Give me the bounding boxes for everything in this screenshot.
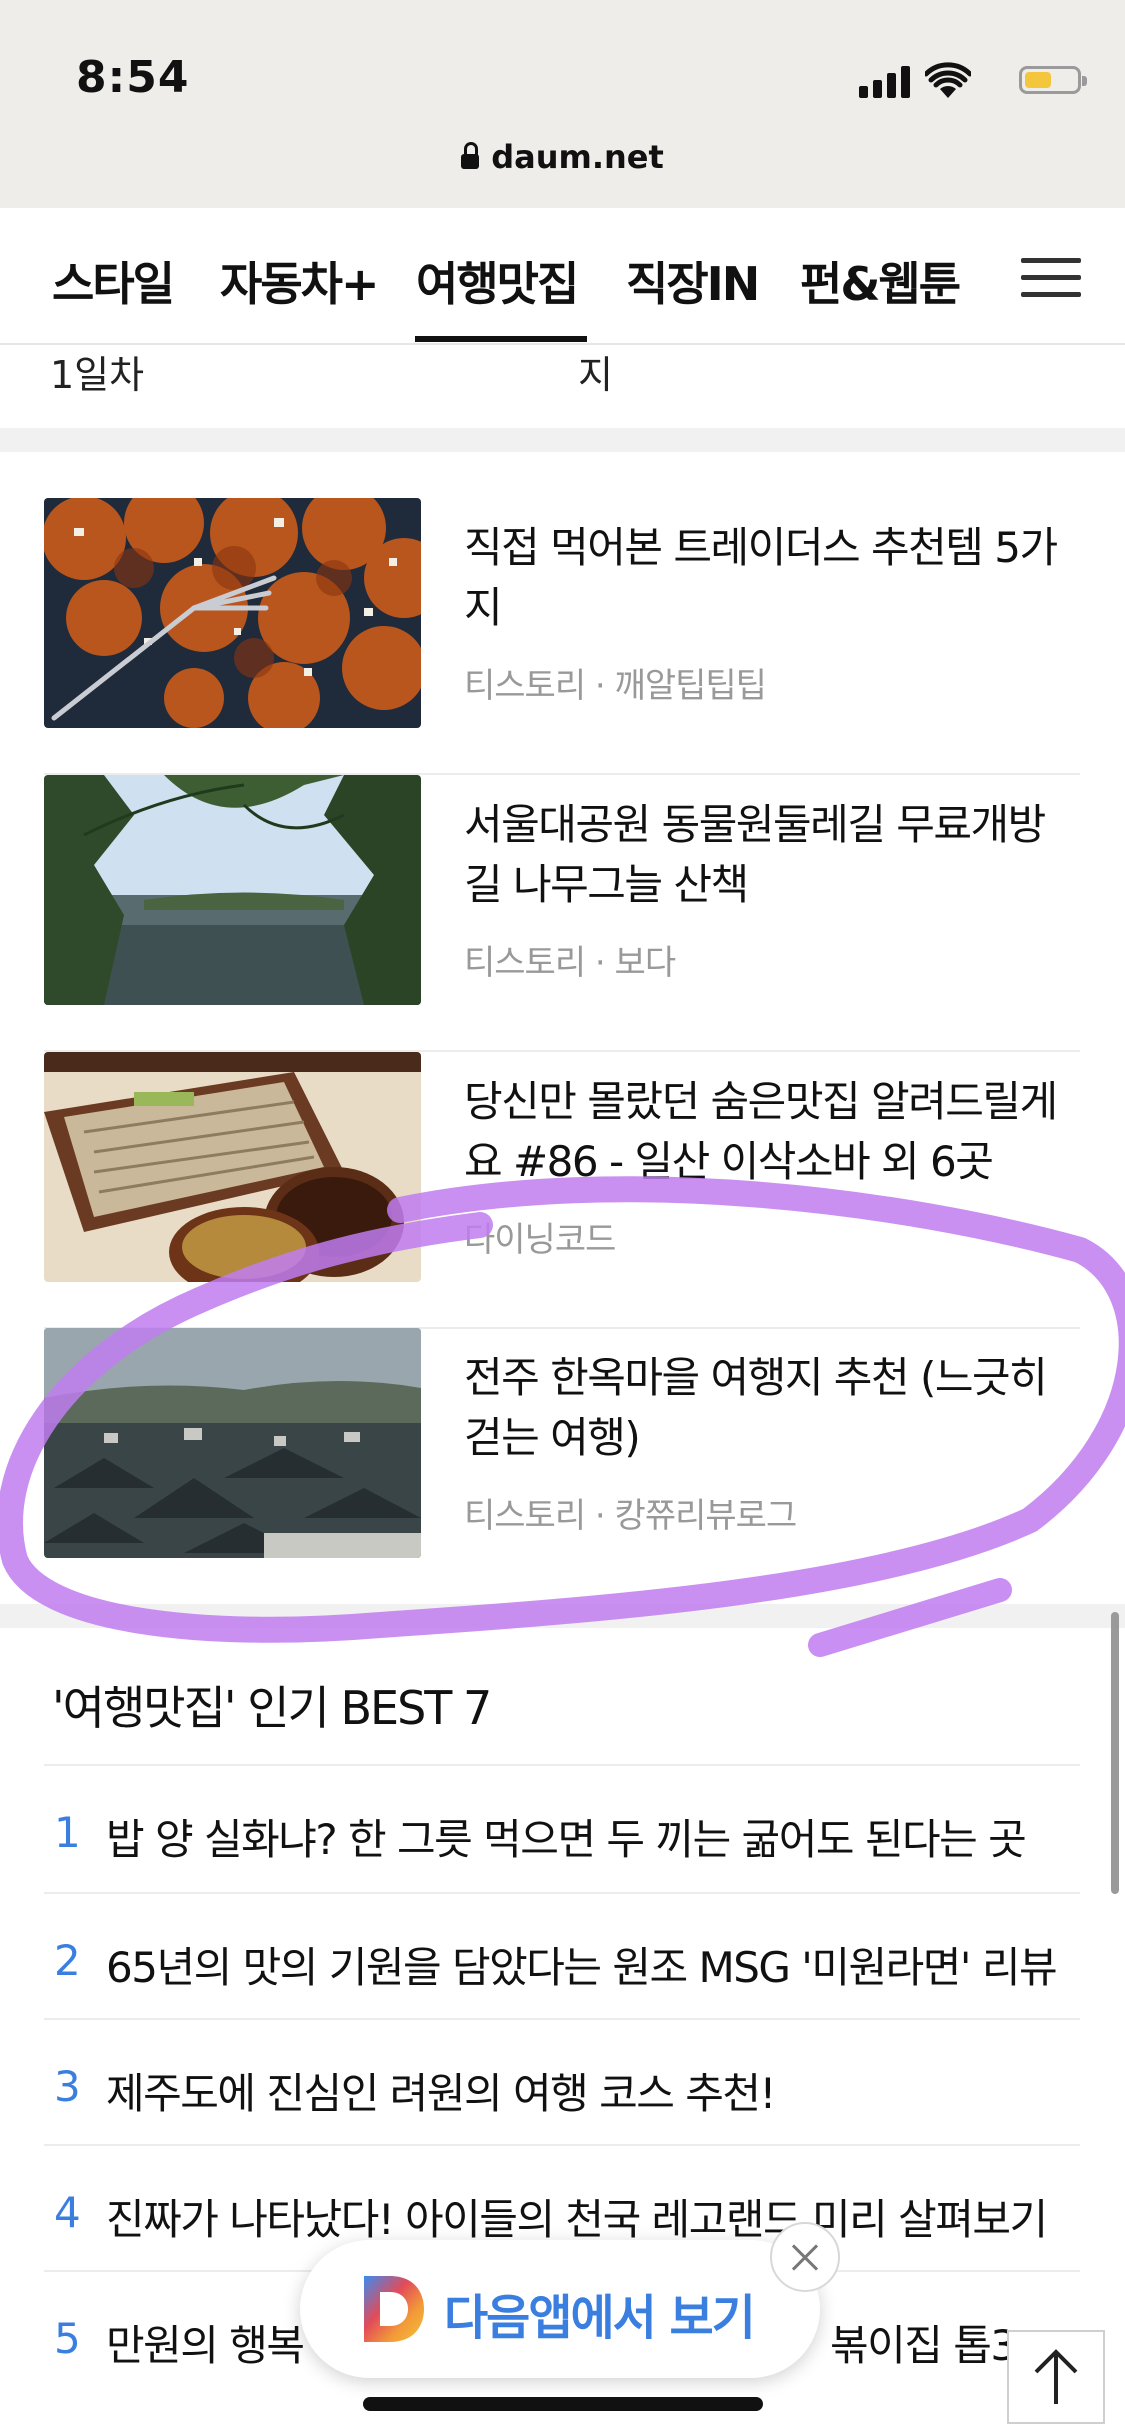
tab-fun-webtoon[interactable]: 펀&웹툰: [800, 248, 961, 314]
active-tab-indicator: [415, 336, 587, 342]
tab-travel-food[interactable]: 여행맛집: [416, 248, 579, 314]
tab-car[interactable]: 자동차+: [220, 248, 380, 314]
tab-work[interactable]: 직장IN: [626, 248, 760, 314]
rank-text[interactable]: 진짜가 나타났다! 아이들의 천국 레고랜드 미리 살펴보기: [106, 2186, 1096, 2247]
article-thumbnail[interactable]: [44, 498, 421, 728]
rank-text[interactable]: 제주도에 진심인 려원의 여행 코스 추천!: [106, 2060, 1096, 2121]
article-title[interactable]: 직접 먹어본 트레이더스 추천템 5가지: [464, 518, 1064, 638]
section-divider: [0, 1604, 1125, 1628]
article-title[interactable]: 전주 한옥마을 여행지 추천 (느긋히 걷는 여행): [464, 1348, 1064, 1468]
partial-text-right[interactable]: 지: [578, 344, 613, 399]
status-bar: 8:54 daum.net: [0, 0, 1125, 208]
article-item[interactable]: 전주 한옥마을 여행지 추천 (느긋히 걷는 여행) 티스토리 · 캉쮸리뷰로그: [44, 1328, 1080, 1605]
article-title[interactable]: 당신만 몰랐던 숨은맛집 알려드릴게요 #86 - 일산 이삭소바 외 6곳: [464, 1072, 1064, 1192]
article-thumbnail[interactable]: [44, 1052, 421, 1282]
rank-number: 2: [54, 1936, 81, 1985]
category-nav: 스타일 자동차+ 여행맛집 직장IN 펀&웹툰: [0, 208, 1125, 345]
best-section-title: '여행맛집' 인기 BEST 7: [52, 1681, 492, 1735]
tab-style[interactable]: 스타일: [52, 248, 175, 314]
article-source: 티스토리 · 보다: [464, 943, 676, 983]
article-thumbnail[interactable]: [44, 775, 421, 1005]
open-in-app-label: 다음앱에서 보기: [444, 2290, 756, 2346]
rank-number: 5: [54, 2314, 81, 2363]
scrollbar[interactable]: [1111, 1612, 1119, 1894]
lock-icon: [461, 142, 480, 169]
article-source: 티스토리 · 캉쮸리뷰로그: [464, 1496, 797, 1536]
article-source: 다이닝코드: [464, 1220, 616, 1260]
rank-number: 4: [54, 2188, 81, 2237]
rank-text[interactable]: 밥 양 실화냐? 한 그릇 먹으면 두 끼는 굶어도 된다는 곳: [106, 1806, 1096, 1867]
home-indicator: [363, 2397, 763, 2411]
url-text: daum.net: [491, 138, 664, 176]
scroll-top-button[interactable]: [1007, 2330, 1105, 2424]
hamburger-menu-icon[interactable]: [1021, 258, 1081, 298]
arrow-up-icon: [1034, 2349, 1078, 2404]
open-in-app-button[interactable]: 다음앱에서 보기: [300, 2240, 820, 2378]
daum-logo-icon: [364, 2276, 424, 2342]
rank-number: 1: [54, 1808, 81, 1857]
signal-icon: [859, 64, 911, 98]
article-item[interactable]: 서울대공원 동물원둘레길 무료개방길 나무그늘 산책 티스토리 · 보다: [44, 775, 1080, 1052]
rank-number: 3: [54, 2062, 81, 2111]
article-item[interactable]: 직접 먹어본 트레이더스 추천템 5가지 티스토리 · 깨알팁팁팁: [44, 498, 1080, 775]
rank-text[interactable]: 65년의 맛의 기원을 담았다는 원조 MSG '미원라면' 리뷰: [106, 1934, 1096, 1995]
article-thumbnail[interactable]: [44, 1328, 421, 1558]
article-title[interactable]: 서울대공원 동물원둘레길 무료개방길 나무그늘 산책: [464, 795, 1064, 915]
partial-text-left[interactable]: 1일차: [50, 344, 144, 399]
best-list-item[interactable]: 3 제주도에 진심인 려원의 여행 코스 추천!: [44, 2020, 1080, 2146]
section-divider: [0, 428, 1125, 452]
status-icons: [849, 60, 1089, 100]
close-icon[interactable]: [770, 2222, 840, 2292]
best-list-item[interactable]: 2 65년의 맛의 기원을 담았다는 원조 MSG '미원라면' 리뷰: [44, 1894, 1080, 2020]
address-bar[interactable]: daum.net: [0, 138, 1125, 176]
status-time: 8:54: [76, 52, 190, 103]
rank-text[interactable]: 만원의 행복: [106, 2312, 326, 2373]
battery-icon: [1019, 66, 1087, 94]
article-source: 티스토리 · 깨알팁팁팁: [464, 666, 767, 706]
article-item[interactable]: 당신만 몰랐던 숨은맛집 알려드릴게요 #86 - 일산 이삭소바 외 6곳 다…: [44, 1052, 1080, 1329]
wifi-icon: [925, 62, 971, 98]
best-list-item[interactable]: 1 밥 양 실화냐? 한 그릇 먹으면 두 끼는 굶어도 된다는 곳: [44, 1766, 1080, 1892]
